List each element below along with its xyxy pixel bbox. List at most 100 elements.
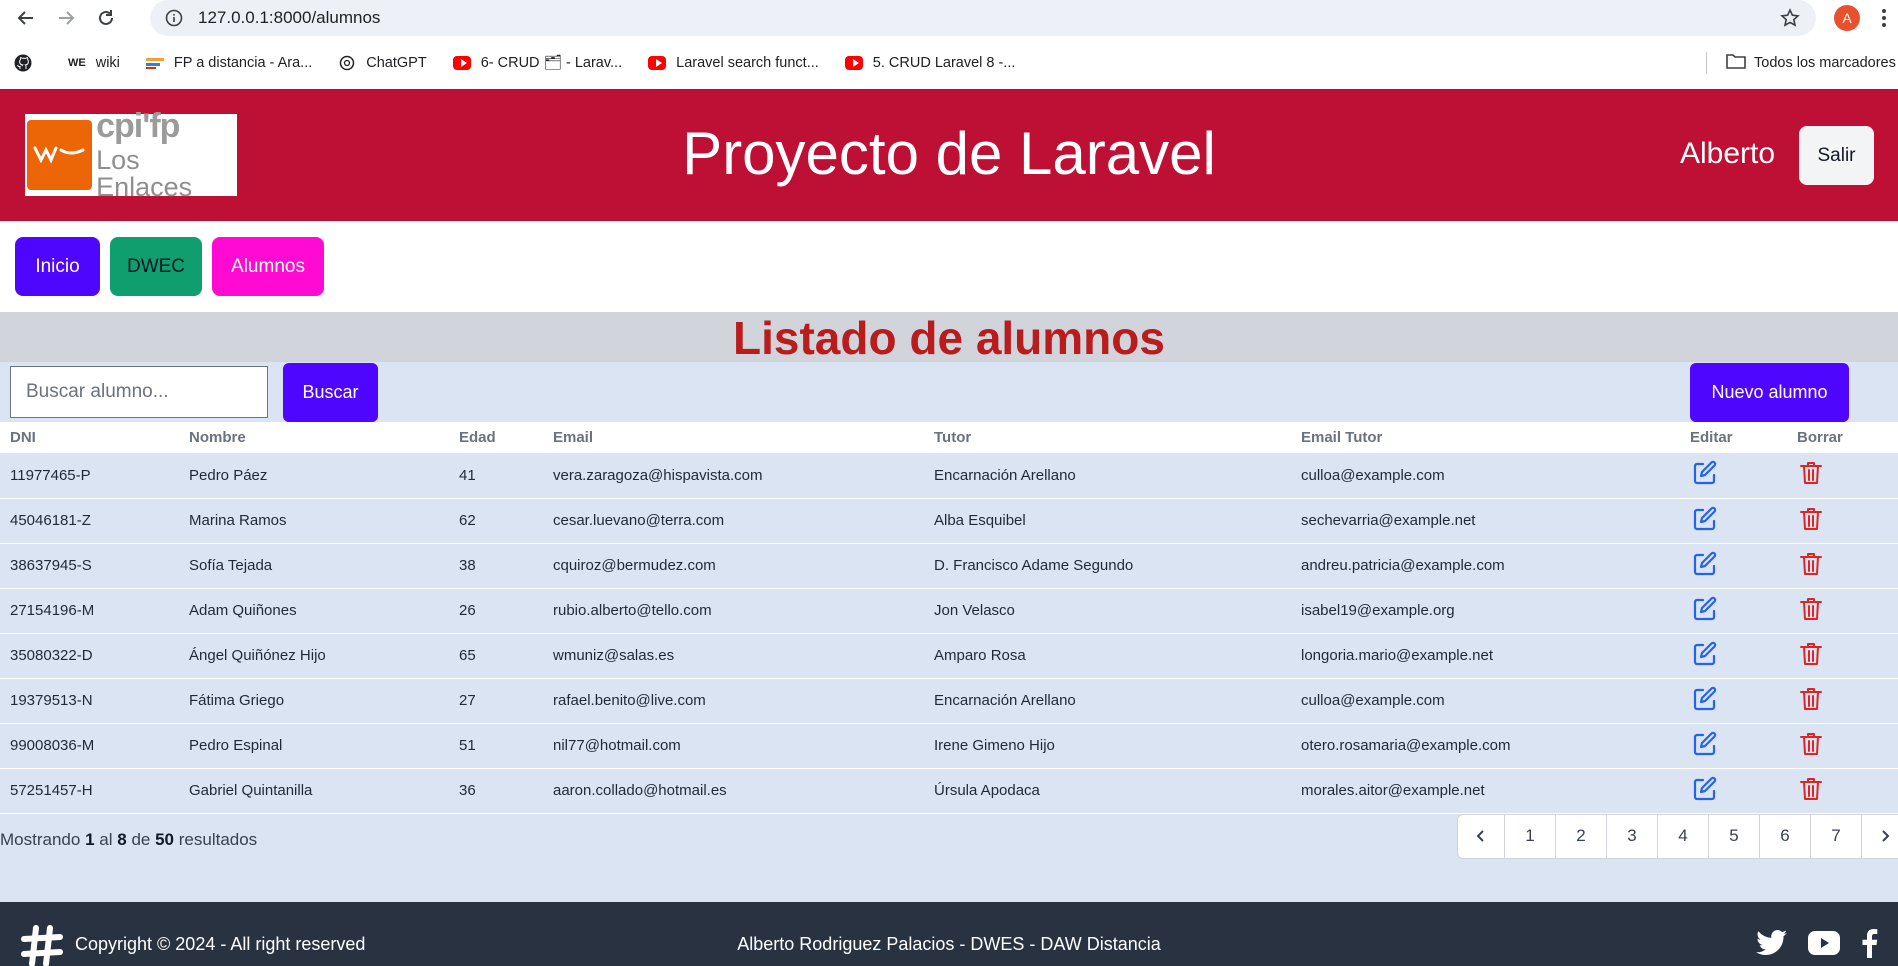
bookmark-fp-distancia[interactable]: FP a distancia - Ara... bbox=[145, 54, 312, 72]
cell-edad: 27 bbox=[449, 678, 543, 724]
delete-button[interactable] bbox=[1787, 723, 1898, 769]
twitter-icon[interactable] bbox=[1756, 929, 1788, 961]
reload-button[interactable] bbox=[92, 4, 120, 32]
edit-icon bbox=[1693, 461, 1717, 485]
edit-icon bbox=[1693, 596, 1717, 620]
bookmark-wiki[interactable]: WE wiki bbox=[68, 54, 120, 72]
trash-icon bbox=[1800, 777, 1822, 800]
cell-dni: 45046181-Z bbox=[0, 498, 179, 544]
trash-icon bbox=[1800, 642, 1822, 665]
table-row: 19379513-N Fátima Griego 27 rafael.benito@l… bbox=[0, 678, 1898, 724]
header-email: Email bbox=[543, 422, 924, 453]
students-table: DNI Nombre Edad Email Tutor Email Tutor … bbox=[0, 422, 1898, 814]
bookmark-laravel-search[interactable]: Laravel search funct... bbox=[648, 54, 819, 72]
search-input[interactable] bbox=[10, 366, 268, 418]
cell-email-tutor: culloa@example.com bbox=[1291, 453, 1680, 499]
app-header: cpi'fp Los Enlaces Proyecto de Laravel A… bbox=[0, 89, 1898, 221]
bookmark-chatgpt[interactable]: ChatGPT bbox=[338, 54, 427, 72]
youtube-icon[interactable] bbox=[1808, 930, 1840, 960]
results-al: al bbox=[99, 829, 113, 849]
page-link-1[interactable]: 1 bbox=[1504, 814, 1555, 858]
pagination-prev[interactable] bbox=[1458, 815, 1504, 858]
edit-button[interactable] bbox=[1680, 768, 1787, 814]
page-link-3[interactable]: 3 bbox=[1606, 814, 1657, 858]
browser-toolbar: 127.0.0.1:8000/alumnos A bbox=[0, 0, 1898, 36]
nav-inicio[interactable]: Inicio bbox=[15, 237, 100, 296]
bookmark-label: wiki bbox=[95, 54, 120, 71]
cell-tutor: Úrsula Apodaca bbox=[924, 768, 1291, 814]
youtube-icon bbox=[844, 54, 863, 72]
cell-tutor: D. Francisco Adame Segundo bbox=[924, 543, 1291, 589]
pagination-next[interactable] bbox=[1861, 814, 1898, 858]
page-link-4[interactable]: 4 bbox=[1657, 814, 1708, 858]
page-link-7[interactable]: 7 bbox=[1810, 814, 1861, 858]
cell-email: cesar.luevano@terra.com bbox=[543, 498, 924, 544]
bookmark-crud-laravel-8[interactable]: 5. CRUD Laravel 8 -... bbox=[844, 54, 1015, 72]
header-nombre: Nombre bbox=[179, 422, 449, 453]
results-to: 8 bbox=[117, 829, 127, 849]
table-footer: Mostrando 1 al 8 de 50 resultados 1 2 3 … bbox=[0, 813, 1898, 902]
cell-dni: 38637945-S bbox=[0, 543, 179, 589]
results-showing: Mostrando bbox=[0, 829, 81, 849]
bookmark-github[interactable] bbox=[14, 54, 42, 72]
nav-alumnos[interactable]: Alumnos bbox=[212, 237, 324, 296]
header-editar: Editar bbox=[1680, 422, 1787, 453]
trash-icon bbox=[1800, 462, 1822, 485]
edit-button[interactable] bbox=[1680, 723, 1787, 769]
cell-email-tutor: sechevarria@example.net bbox=[1291, 498, 1680, 544]
edit-button[interactable] bbox=[1680, 543, 1787, 589]
site-footer: Copyright © 2024 - All right reserved Al… bbox=[0, 901, 1898, 966]
all-bookmarks-button[interactable]: Todos los marcadores bbox=[1726, 36, 1896, 89]
page-link-6[interactable]: 6 bbox=[1759, 814, 1810, 858]
site-info-icon[interactable] bbox=[164, 8, 184, 28]
edit-icon bbox=[1693, 776, 1717, 800]
bookmark-star-icon[interactable] bbox=[1778, 6, 1802, 30]
edit-icon bbox=[1693, 506, 1717, 530]
edit-icon bbox=[1693, 641, 1717, 665]
cell-edad: 51 bbox=[449, 723, 543, 769]
page-link-5[interactable]: 5 bbox=[1708, 814, 1759, 858]
new-student-button[interactable]: Nuevo alumno bbox=[1690, 363, 1849, 422]
reload-icon bbox=[99, 10, 113, 25]
edit-button[interactable] bbox=[1680, 633, 1787, 679]
page-link-2[interactable]: 2 bbox=[1555, 814, 1606, 858]
cell-dni: 57251457-H bbox=[0, 768, 179, 814]
browser-menu-icon[interactable] bbox=[1874, 8, 1894, 28]
address-bar[interactable]: 127.0.0.1:8000/alumnos bbox=[150, 0, 1816, 36]
edit-button[interactable] bbox=[1680, 678, 1787, 724]
app-title: Proyecto de Laravel bbox=[682, 120, 1216, 187]
bookmark-crud-laravel[interactable]: 6- CRUD 🗂 - Larav... bbox=[452, 54, 622, 72]
fp-icon bbox=[145, 54, 164, 72]
delete-button[interactable] bbox=[1787, 543, 1898, 589]
edit-button[interactable] bbox=[1680, 498, 1787, 544]
delete-button[interactable] bbox=[1787, 453, 1898, 499]
cell-edad: 38 bbox=[449, 543, 543, 589]
header-borrar: Borrar bbox=[1787, 422, 1898, 453]
chevron-right-icon bbox=[1881, 830, 1889, 842]
delete-button[interactable] bbox=[1787, 678, 1898, 724]
delete-button[interactable] bbox=[1787, 633, 1898, 679]
facebook-icon[interactable] bbox=[1860, 928, 1878, 963]
cell-tutor: Alba Esquibel bbox=[924, 498, 1291, 544]
chatgpt-icon bbox=[338, 54, 356, 72]
profile-avatar[interactable]: A bbox=[1834, 5, 1860, 31]
cell-edad: 36 bbox=[449, 768, 543, 814]
delete-button[interactable] bbox=[1787, 588, 1898, 634]
cell-email: vera.zaragoza@hispavista.com bbox=[543, 453, 924, 499]
trash-icon bbox=[1800, 732, 1822, 755]
table-row: 38637945-S Sofía Tejada 38 cquiroz@bermudez… bbox=[0, 543, 1898, 589]
back-button[interactable] bbox=[12, 4, 40, 32]
cell-nombre: Gabriel Quintanilla bbox=[179, 768, 449, 814]
results-label: resultados bbox=[178, 829, 258, 849]
nav-dwec[interactable]: DWEC bbox=[110, 237, 202, 296]
delete-button[interactable] bbox=[1787, 498, 1898, 544]
edit-button[interactable] bbox=[1680, 588, 1787, 634]
cell-nombre: Pedro Páez bbox=[179, 453, 449, 499]
delete-button[interactable] bbox=[1787, 768, 1898, 814]
cell-email-tutor: andreu.patricia@example.com bbox=[1291, 543, 1680, 589]
forward-button[interactable] bbox=[52, 4, 80, 32]
logout-button[interactable]: Salir bbox=[1799, 126, 1874, 185]
edit-button[interactable] bbox=[1680, 453, 1787, 499]
results-de: de bbox=[131, 829, 151, 849]
search-button[interactable]: Buscar bbox=[283, 363, 378, 422]
